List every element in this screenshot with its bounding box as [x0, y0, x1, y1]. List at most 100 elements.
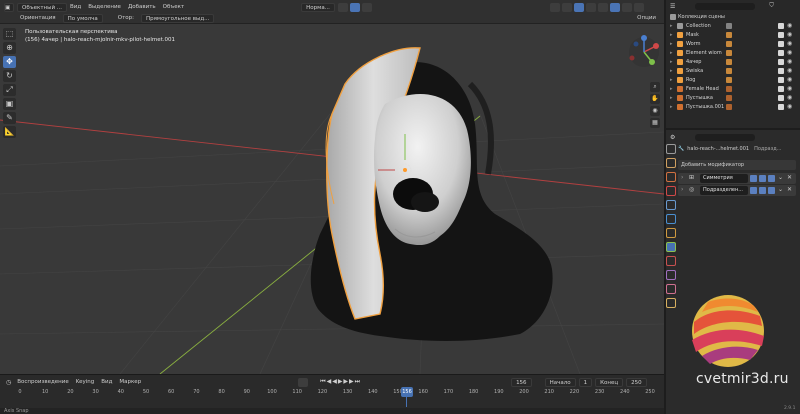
- menu-keying[interactable]: Keying: [76, 379, 94, 385]
- playhead[interactable]: 156: [401, 387, 413, 397]
- visibility-checkbox[interactable]: [778, 68, 784, 74]
- data-icon[interactable]: [726, 77, 732, 83]
- visibility-checkbox[interactable]: [778, 86, 784, 92]
- transform-orientation-select[interactable]: Норма...: [301, 2, 335, 12]
- measure-tool-icon[interactable]: 📐: [3, 126, 16, 138]
- outliner-item[interactable]: ▸ 4ачер ◉: [666, 58, 800, 66]
- outliner-item[interactable]: ▸ Female Head ◉: [666, 85, 800, 93]
- outliner-item[interactable]: ▸ Swiska ◉: [666, 67, 800, 75]
- zoom-icon[interactable]: ⌕: [650, 82, 660, 92]
- scale-tool-icon[interactable]: ⤢: [3, 84, 16, 96]
- render-camera-icon[interactable]: ◉: [787, 58, 794, 65]
- expand-triangle-icon[interactable]: ▸: [670, 76, 673, 84]
- 3d-viewport[interactable]: ⌕ ✋ ◉ ▦: [0, 24, 664, 374]
- menu-select[interactable]: Выделение: [88, 4, 121, 10]
- move-tool-icon[interactable]: ✥: [3, 56, 16, 68]
- pan-icon[interactable]: ✋: [650, 94, 660, 104]
- proportional-edit-icon[interactable]: [361, 2, 372, 12]
- outliner-item[interactable]: ▸ Collection ◉: [666, 22, 800, 30]
- outliner-item[interactable]: ▸ Element wiom ◉: [666, 49, 800, 57]
- end-frame-field[interactable]: 250: [626, 377, 647, 387]
- modifier-symmetry[interactable]: › ⊞ Симметрия ⌄ ✕: [678, 173, 796, 184]
- playback-controls-icon[interactable]: ⏮◀◀▶▶▶⏭: [320, 378, 361, 386]
- menu-timeline-view[interactable]: Вид: [101, 379, 112, 385]
- grid-icon[interactable]: ▦: [650, 118, 660, 128]
- outliner-item[interactable]: ▸ Mask ◉: [666, 31, 800, 39]
- output-tab-icon[interactable]: [666, 172, 676, 182]
- orientation-select[interactable]: По умолча: [62, 13, 103, 23]
- snap-icon[interactable]: [349, 2, 360, 12]
- record-icon[interactable]: [298, 377, 309, 387]
- render-camera-icon[interactable]: ◉: [787, 85, 794, 92]
- particles-tab-icon[interactable]: [666, 256, 676, 266]
- start-frame-field[interactable]: 1: [578, 377, 593, 387]
- expand-triangle-icon[interactable]: ▸: [670, 103, 673, 111]
- visibility-icon[interactable]: [549, 2, 560, 12]
- render-camera-icon[interactable]: ◉: [787, 31, 794, 38]
- outliner-item[interactable]: ▸ Пустышка ◉: [666, 94, 800, 102]
- overlay-icon[interactable]: [573, 2, 584, 12]
- scene-collection-row[interactable]: Коллекция сцены: [666, 13, 800, 21]
- modifier-dropdown-icon[interactable]: ⌄: [778, 174, 783, 181]
- object-tab-icon[interactable]: [666, 228, 676, 238]
- visibility-checkbox[interactable]: [778, 50, 784, 56]
- drag-select[interactable]: Прямоугольное выд...: [140, 13, 215, 23]
- menu-object[interactable]: Объект: [163, 4, 185, 10]
- render-camera-icon[interactable]: ◉: [787, 76, 794, 83]
- editor-type-icon[interactable]: ▣: [4, 2, 14, 12]
- visibility-checkbox[interactable]: [778, 95, 784, 101]
- expand-triangle-icon[interactable]: ▸: [670, 49, 673, 57]
- visibility-checkbox[interactable]: [778, 77, 784, 83]
- cursor-tool-icon[interactable]: ⊕: [3, 42, 16, 54]
- render-toggle-icon[interactable]: [768, 187, 775, 194]
- data-icon[interactable]: [726, 50, 732, 56]
- tweak-tool-icon[interactable]: ⬚: [3, 28, 16, 40]
- shading-solid-icon[interactable]: [609, 2, 620, 12]
- shading-material-icon[interactable]: [621, 2, 632, 12]
- visibility-checkbox[interactable]: [778, 104, 784, 110]
- expand-triangle-icon[interactable]: ▸: [670, 67, 673, 75]
- options-menu[interactable]: Опции: [637, 15, 656, 21]
- rotate-tool-icon[interactable]: ↻: [3, 70, 16, 82]
- expand-triangle-icon[interactable]: ▸: [670, 85, 673, 93]
- properties-search-input[interactable]: [695, 133, 756, 141]
- outliner-item[interactable]: ▸ Worm ◉: [666, 40, 800, 48]
- expand-triangle-icon[interactable]: ▸: [670, 40, 673, 48]
- timeline-editor-icon[interactable]: ◷: [6, 379, 11, 386]
- visibility-checkbox[interactable]: [778, 32, 784, 38]
- data-tab-icon[interactable]: [666, 298, 676, 308]
- properties-editor-icon[interactable]: ⚙: [670, 134, 675, 141]
- expand-triangle-icon[interactable]: ▸: [670, 58, 673, 66]
- edit-mode-icon[interactable]: [750, 175, 757, 182]
- expand-triangle-icon[interactable]: ▸: [670, 22, 673, 30]
- data-icon[interactable]: [726, 32, 732, 38]
- data-icon[interactable]: [726, 95, 732, 101]
- data-icon[interactable]: [726, 59, 732, 65]
- view-layer-tab-icon[interactable]: [666, 186, 676, 196]
- visibility-checkbox[interactable]: [778, 59, 784, 65]
- modifier-subdivision[interactable]: › ◎ Подразделен... ⌄ ✕: [678, 185, 796, 196]
- render-camera-icon[interactable]: ◉: [787, 22, 794, 29]
- menu-view[interactable]: Вид: [70, 4, 81, 10]
- data-icon[interactable]: [726, 86, 732, 92]
- expand-chevron-icon[interactable]: ›: [681, 186, 683, 193]
- menu-add[interactable]: Добавить: [128, 4, 156, 10]
- mode-select[interactable]: Объектный ...: [17, 2, 68, 12]
- data-icon[interactable]: [726, 104, 732, 110]
- viewport-toggle-icon[interactable]: [759, 175, 766, 182]
- constraints-tab-icon[interactable]: [666, 284, 676, 294]
- filter-icon[interactable]: ⛉: [769, 2, 774, 10]
- edit-mode-icon[interactable]: [750, 187, 757, 194]
- add-modifier-button[interactable]: Добавить модификатор: [678, 160, 796, 170]
- menu-playback[interactable]: Воспроизведение: [17, 379, 68, 385]
- scene-tab-icon[interactable]: [666, 200, 676, 210]
- tool-tab-icon[interactable]: [666, 144, 676, 154]
- modifier-close-icon[interactable]: ✕: [787, 174, 792, 181]
- render-camera-icon[interactable]: ◉: [787, 40, 794, 47]
- viewport-toggle-icon[interactable]: [759, 187, 766, 194]
- data-icon[interactable]: [726, 41, 732, 47]
- render-camera-icon[interactable]: ◉: [787, 94, 794, 101]
- modifier-name-field[interactable]: Подразделен...: [700, 186, 748, 195]
- physics-tab-icon[interactable]: [666, 270, 676, 280]
- render-camera-icon[interactable]: ◉: [787, 67, 794, 74]
